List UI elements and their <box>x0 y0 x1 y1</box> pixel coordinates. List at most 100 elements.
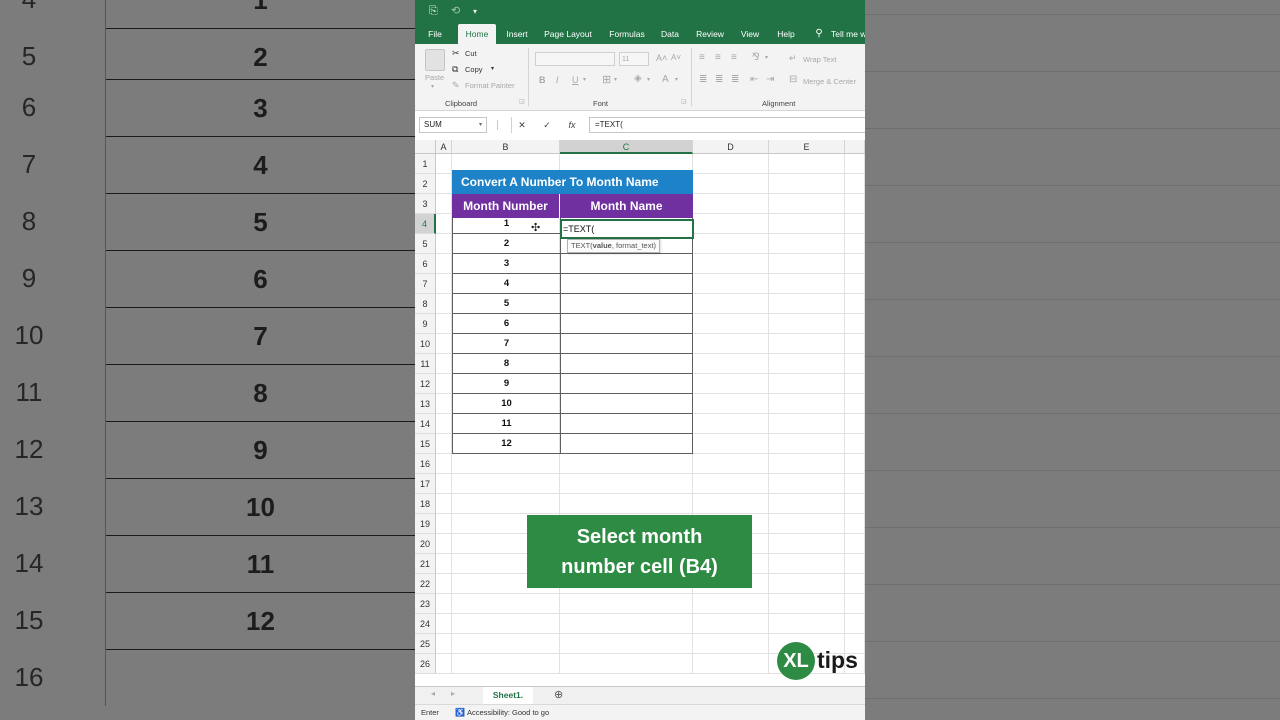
cancel-formula-icon[interactable]: ✕ <box>511 117 532 133</box>
grid-cell[interactable] <box>436 594 452 614</box>
autosave-icon[interactable]: ⎘ <box>429 5 438 18</box>
grid-cell[interactable] <box>452 474 560 494</box>
grid-cell[interactable] <box>693 274 769 294</box>
row-header[interactable]: 19 <box>415 514 436 534</box>
row-header[interactable]: 13 <box>415 394 436 414</box>
grid-cell[interactable] <box>452 614 560 634</box>
font-launcher-icon[interactable]: ◲ <box>681 98 687 105</box>
grid-cell[interactable] <box>693 374 769 394</box>
row-header[interactable]: 15 <box>415 434 436 454</box>
align-center-icon[interactable]: ≣ <box>715 74 723 85</box>
column-header-d[interactable]: D <box>693 140 769 154</box>
grid-cell[interactable] <box>845 554 865 574</box>
row-header[interactable]: 6 <box>415 254 436 274</box>
font-size-select[interactable]: 11 <box>619 52 649 66</box>
grid-cell[interactable] <box>693 334 769 354</box>
grid-cell[interactable] <box>560 454 693 474</box>
align-top-icon[interactable]: ≡ <box>699 52 705 63</box>
formula-input[interactable]: =TEXT( <box>589 117 865 133</box>
row-header[interactable]: 23 <box>415 594 436 614</box>
grid-cell[interactable] <box>693 234 769 254</box>
grid-cell[interactable] <box>845 234 865 254</box>
header-month-number[interactable]: Month Number <box>452 194 560 218</box>
grid-cell[interactable] <box>452 654 560 674</box>
grid-cell[interactable] <box>769 194 845 214</box>
fill-color-icon[interactable]: ◈ <box>634 73 642 84</box>
month-name-cell[interactable] <box>560 334 693 354</box>
grid-cell[interactable] <box>436 514 452 534</box>
grid-cell[interactable] <box>845 474 865 494</box>
row-header[interactable]: 12 <box>415 374 436 394</box>
enter-formula-icon[interactable]: ✓ <box>537 117 557 133</box>
paste-button[interactable]: Paste <box>425 73 444 82</box>
row-header[interactable]: 11 <box>415 354 436 374</box>
grid-cell[interactable] <box>845 494 865 514</box>
underline-chevron-icon[interactable]: ▾ <box>583 76 586 83</box>
name-box[interactable]: SUM ▾ <box>419 117 487 133</box>
column-header-a[interactable]: A <box>436 140 452 154</box>
decrease-indent-icon[interactable]: ⇤ <box>750 74 758 85</box>
tab-file[interactable]: File <box>423 24 447 44</box>
grid-cell[interactable] <box>769 494 845 514</box>
grid-cell[interactable] <box>845 314 865 334</box>
month-number-cell[interactable]: 8 <box>452 354 561 374</box>
grid-cell[interactable] <box>845 574 865 594</box>
month-number-cell[interactable]: 12 <box>452 434 561 454</box>
grid-cell[interactable] <box>769 234 845 254</box>
grid-cell[interactable] <box>845 414 865 434</box>
row-header[interactable]: 8 <box>415 294 436 314</box>
grid-cell[interactable] <box>436 634 452 654</box>
select-all-corner[interactable] <box>415 140 436 154</box>
grid-cell[interactable] <box>436 474 452 494</box>
grid-cell[interactable] <box>769 354 845 374</box>
grid-cell[interactable] <box>693 434 769 454</box>
grid-cell[interactable] <box>693 414 769 434</box>
wrap-text-button[interactable]: Wrap Text <box>803 55 837 64</box>
grid-cell[interactable] <box>436 654 452 674</box>
column-header-e[interactable]: E <box>769 140 845 154</box>
grid-cell[interactable] <box>769 174 845 194</box>
increase-indent-icon[interactable]: ⇥ <box>766 74 774 85</box>
grid-cell[interactable] <box>693 494 769 514</box>
grid-cell[interactable] <box>845 274 865 294</box>
grid-cell[interactable] <box>693 654 769 674</box>
row-header[interactable]: 21 <box>415 554 436 574</box>
borders-icon[interactable]: ⊞ <box>602 73 611 86</box>
grid-cell[interactable] <box>436 234 452 254</box>
grid-cell[interactable] <box>845 174 865 194</box>
grid-cell[interactable] <box>769 394 845 414</box>
month-name-cell[interactable] <box>560 434 693 454</box>
grid-cell[interactable] <box>436 394 452 414</box>
grid-cell[interactable] <box>769 414 845 434</box>
grid-cell[interactable] <box>693 314 769 334</box>
decrease-font-icon[interactable]: A˅ <box>671 53 681 62</box>
copy-chevron-icon[interactable]: ▾ <box>491 65 494 72</box>
grid-cell[interactable] <box>845 354 865 374</box>
row-header[interactable]: 2 <box>415 174 436 194</box>
row-header[interactable]: 10 <box>415 334 436 354</box>
column-header-c[interactable]: C <box>560 140 693 154</box>
grid-cell[interactable] <box>845 514 865 534</box>
tab-page-layout[interactable]: Page Layout <box>543 24 593 44</box>
grid-cell[interactable] <box>693 594 769 614</box>
tell-me-search[interactable]: Tell me w <box>831 24 865 44</box>
tab-review[interactable]: Review <box>693 24 727 44</box>
paste-chevron-icon[interactable]: ▾ <box>431 83 434 90</box>
row-header[interactable]: 7 <box>415 274 436 294</box>
row-header[interactable]: 22 <box>415 574 436 594</box>
align-left-icon[interactable]: ≣ <box>699 74 707 85</box>
grid-cell[interactable] <box>693 394 769 414</box>
grid-cell[interactable] <box>769 294 845 314</box>
month-number-cell[interactable]: 10 <box>452 394 561 414</box>
font-color-chevron-icon[interactable]: ▾ <box>675 76 678 83</box>
grid-cell[interactable] <box>436 614 452 634</box>
grid-cell[interactable] <box>436 294 452 314</box>
grid-cell[interactable] <box>436 494 452 514</box>
grid-cell[interactable] <box>436 574 452 594</box>
grid-cell[interactable] <box>436 334 452 354</box>
tab-home[interactable]: Home <box>458 24 496 44</box>
grid-cell[interactable] <box>845 594 865 614</box>
row-header[interactable]: 20 <box>415 534 436 554</box>
grid-cell[interactable] <box>769 434 845 454</box>
grid-cell[interactable] <box>452 594 560 614</box>
